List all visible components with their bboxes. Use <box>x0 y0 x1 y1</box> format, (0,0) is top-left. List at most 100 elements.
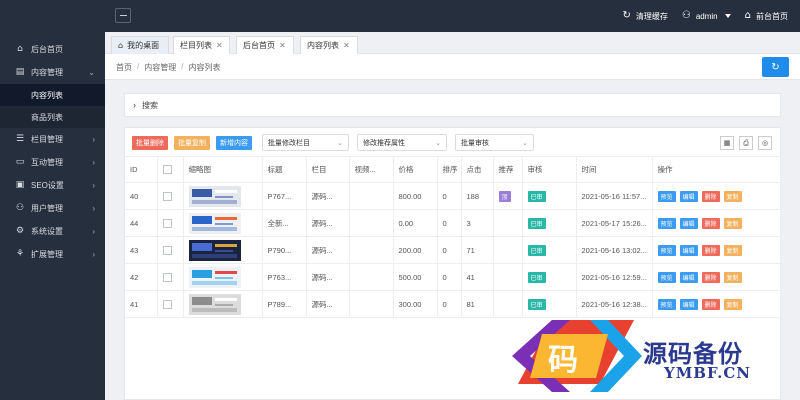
cell-title[interactable]: P789... <box>262 290 307 318</box>
cell-select[interactable] <box>157 209 184 237</box>
col-id[interactable]: ID <box>125 156 158 183</box>
row-actions: 预览 编辑 删除 复制 <box>657 190 775 202</box>
columns-filter-icon[interactable]: ▦ <box>720 136 734 150</box>
print-icon[interactable]: ⎙ <box>739 136 753 150</box>
preview-button[interactable]: 预览 <box>657 190 676 202</box>
cell-title[interactable]: P767... <box>262 182 307 210</box>
thumbnail-image[interactable] <box>188 293 241 315</box>
frontend-home-link[interactable]: ⌂ 前台首页 <box>745 11 788 22</box>
sidebar-subitem-goods-list[interactable]: 商品列表 <box>0 106 105 128</box>
close-icon[interactable]: ✕ <box>216 41 223 50</box>
sidebar-item-interaction[interactable]: ▭ 互动管理 › <box>0 151 105 174</box>
preview-button[interactable]: 预览 <box>657 298 676 310</box>
batch-attr-select[interactable]: 修改推荐属性 ⌄ <box>357 134 447 151</box>
tab-label: 内容列表 <box>307 41 339 50</box>
preview-button[interactable]: 预览 <box>657 244 676 256</box>
tab-bar: ⌂ 我的桌面 栏目列表 ✕ 后台首页 ✕ 内容列表 ✕ <box>105 32 800 54</box>
cell-video <box>349 290 394 318</box>
copy-button[interactable]: 复制 <box>723 217 742 229</box>
tab-column-list[interactable]: 栏目列表 ✕ <box>173 36 230 54</box>
user-menu[interactable]: ⚇ admin <box>682 11 731 21</box>
clear-cache-button[interactable]: ↻ 清理缓存 <box>622 11 667 22</box>
thumbnail-image[interactable] <box>188 239 241 261</box>
thumbnail-image[interactable] <box>188 212 241 234</box>
edit-button[interactable]: 编辑 <box>679 190 698 202</box>
sidebar-item-content[interactable]: ▤ 内容管理 ⌄ <box>0 61 105 84</box>
menu-toggle-button[interactable] <box>115 8 131 23</box>
cell-audit: 已审 <box>522 209 577 237</box>
copy-button[interactable]: 复制 <box>723 271 742 283</box>
close-icon[interactable]: ✕ <box>279 41 286 50</box>
checkbox[interactable] <box>162 218 172 228</box>
edit-button[interactable]: 编辑 <box>679 244 698 256</box>
sidebar-item-label: 栏目管理 <box>31 135 63 144</box>
cell-actions: 预览 编辑 删除 复制 <box>652 290 781 318</box>
checkbox[interactable] <box>162 272 172 282</box>
add-content-button[interactable]: 新增内容 <box>216 135 252 150</box>
refresh-button[interactable]: ↻ <box>762 57 789 77</box>
close-icon[interactable]: ✕ <box>343 41 350 50</box>
select-value: 批量修改栏目 <box>268 139 310 147</box>
checkbox[interactable] <box>162 299 172 309</box>
checkbox[interactable] <box>162 165 172 175</box>
export-icon[interactable]: ◎ <box>758 136 772 150</box>
tab-my-desktop[interactable]: ⌂ 我的桌面 <box>111 36 169 54</box>
cell-title[interactable]: P763... <box>262 263 307 291</box>
breadcrumb: 首页 / 内容管理 / 内容列表 <box>116 62 220 73</box>
tab-admin-home[interactable]: 后台首页 ✕ <box>236 36 294 54</box>
sidebar-item-seo[interactable]: ▣ SEO设置 › <box>0 174 105 197</box>
sidebar-item-settings[interactable]: ⚙ 系统设置 › <box>0 220 105 243</box>
checkbox[interactable] <box>162 245 172 255</box>
cell-title[interactable]: P790... <box>262 236 307 264</box>
row-actions: 预览 编辑 删除 复制 <box>657 298 775 310</box>
thumbnail-image[interactable] <box>188 266 241 288</box>
edit-button[interactable]: 编辑 <box>679 271 698 283</box>
preview-button[interactable]: 预览 <box>657 271 676 283</box>
col-video: 视频... <box>349 156 394 183</box>
delete-button[interactable]: 删除 <box>701 244 720 256</box>
batch-column-select[interactable]: 批量修改栏目 ⌄ <box>262 134 349 151</box>
batch-delete-button[interactable]: 批量删除 <box>132 135 168 150</box>
preview-button[interactable]: 预览 <box>657 217 676 229</box>
delete-button[interactable]: 删除 <box>701 271 720 283</box>
sidebar-item-column[interactable]: ☰ 栏目管理 › <box>0 128 105 151</box>
cell-title[interactable]: 全新... <box>262 209 307 237</box>
breadcrumb-home[interactable]: 首页 <box>116 62 132 73</box>
sidebar-item-home[interactable]: ⌂ 后台首页 <box>0 38 105 61</box>
col-recommend: 推荐 <box>493 156 523 183</box>
cell-thumbnail <box>183 209 263 237</box>
sidebar-item-label: 扩展管理 <box>31 250 63 259</box>
edit-button[interactable]: 编辑 <box>679 298 698 310</box>
col-thumbnail: 缩略图 <box>183 156 263 183</box>
thumbnail-image[interactable] <box>188 185 241 207</box>
sidebar-subitem-content-list[interactable]: 内容列表 <box>0 84 105 106</box>
cell-sort: 0 <box>437 209 462 237</box>
sidebar-item-users[interactable]: ⚇ 用户管理 › <box>0 197 105 220</box>
tab-content-list[interactable]: 内容列表 ✕ <box>300 36 358 54</box>
cell-select[interactable] <box>157 290 184 318</box>
cell-select[interactable] <box>157 236 184 264</box>
cell-select[interactable] <box>157 263 184 291</box>
table-row: 40 P767... 源码... 800.00 0 188 顶 已审 2021-05-16 11… <box>125 182 781 210</box>
copy-button[interactable]: 复制 <box>723 190 742 202</box>
batch-audit-select[interactable]: 批量审核 ⌄ <box>455 134 534 151</box>
col-select-all[interactable] <box>157 156 184 183</box>
sidebar-item-label: 内容管理 <box>31 68 63 77</box>
cell-select[interactable] <box>157 182 184 210</box>
delete-button[interactable]: 删除 <box>701 298 720 310</box>
row-actions: 预览 编辑 删除 复制 <box>657 217 775 229</box>
copy-button[interactable]: 复制 <box>723 244 742 256</box>
sidebar-item-extension[interactable]: ⚘ 扩展管理 › <box>0 243 105 266</box>
copy-button[interactable]: 复制 <box>723 298 742 310</box>
checkbox[interactable] <box>162 191 172 201</box>
edit-button[interactable]: 编辑 <box>679 217 698 229</box>
cell-column: 源码... <box>306 182 350 210</box>
cell-price: 800.00 <box>393 182 438 210</box>
delete-button[interactable]: 删除 <box>701 217 720 229</box>
gear-icon: ⚙ <box>15 226 25 236</box>
batch-copy-button[interactable]: 批量复制 <box>174 135 210 150</box>
delete-button[interactable]: 删除 <box>701 190 720 202</box>
search-panel[interactable]: › 搜索 <box>124 93 781 117</box>
chevron-down-icon: ⌄ <box>337 139 343 147</box>
breadcrumb-content-manage[interactable]: 内容管理 <box>144 62 176 73</box>
